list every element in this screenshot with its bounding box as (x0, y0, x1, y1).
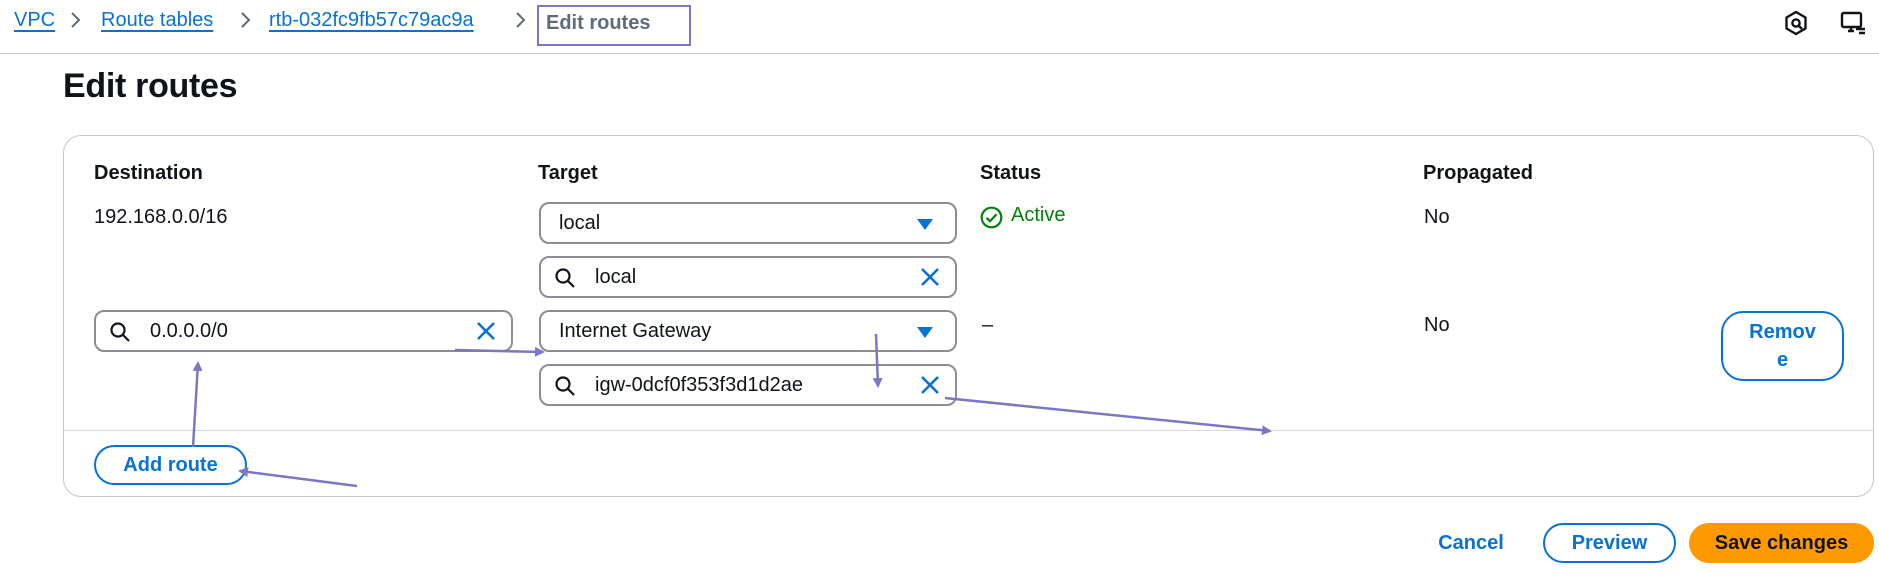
route-1-status-label: Active (1011, 204, 1066, 226)
route-2-target-type-select[interactable]: Internet Gateway (539, 310, 957, 352)
search-icon (110, 322, 130, 342)
remove-route-label-line2: e (1776, 349, 1789, 371)
check-circle-icon (980, 206, 1003, 229)
clear-icon[interactable] (919, 266, 941, 288)
route-2-propagated: No (1424, 314, 1450, 336)
route-2-destination-value: 0.0.0.0/0 (150, 320, 228, 342)
clear-icon[interactable] (919, 374, 941, 396)
search-icon (555, 376, 575, 396)
top-bar: VPC Route tables rtb-032fc9fb57c79ac9a E… (0, 0, 1879, 54)
chevron-right-icon (516, 12, 526, 28)
column-header-status: Status (980, 162, 1042, 184)
page-title: Edit routes (63, 67, 238, 105)
remove-route-button[interactable]: Remov e (1721, 311, 1844, 381)
breadcrumb-vpc[interactable]: VPC (14, 9, 55, 32)
screen-feedback-icon[interactable] (1840, 10, 1866, 36)
route-1-target-type-value: local (559, 212, 601, 234)
route-2-destination-input[interactable]: 0.0.0.0/0 (94, 310, 513, 352)
route-1-target-value: local (595, 266, 637, 288)
caret-down-icon (917, 327, 933, 338)
route-1-destination: 192.168.0.0/16 (94, 206, 228, 228)
search-icon (555, 268, 575, 288)
route-1-propagated: No (1424, 206, 1450, 228)
remove-route-label-line1: Remov (1749, 321, 1816, 343)
caret-down-icon (917, 219, 933, 230)
breadcrumb-route-table-id[interactable]: rtb-032fc9fb57c79ac9a (269, 9, 474, 32)
breadcrumb-route-tables[interactable]: Route tables (101, 9, 213, 32)
route-2-status: – (982, 314, 994, 336)
clear-icon[interactable] (475, 320, 497, 342)
settings-hex-icon[interactable] (1783, 10, 1809, 36)
breadcrumb-current: Edit routes (537, 5, 691, 46)
column-header-destination: Destination (94, 162, 203, 184)
route-2-target-value: igw-0dcf0f353f3d1d2ae (595, 374, 803, 396)
chevron-right-icon (71, 12, 81, 28)
route-2-target-search[interactable]: igw-0dcf0f353f3d1d2ae (539, 364, 957, 406)
chevron-right-icon (241, 12, 251, 28)
add-route-button[interactable]: Add route (94, 445, 247, 485)
route-2-target-type-value: Internet Gateway (559, 320, 712, 342)
column-header-propagated: Propagated (1423, 162, 1534, 184)
route-1-target-type-select[interactable]: local (539, 202, 957, 244)
route-1-target-search[interactable]: local (539, 256, 957, 298)
column-header-target: Target (538, 162, 598, 184)
divider (64, 430, 1873, 431)
breadcrumb-current-label: Edit routes (546, 12, 651, 34)
save-changes-button[interactable]: Save changes (1689, 523, 1874, 563)
cancel-button[interactable]: Cancel (1420, 525, 1522, 565)
preview-button[interactable]: Preview (1543, 523, 1676, 563)
